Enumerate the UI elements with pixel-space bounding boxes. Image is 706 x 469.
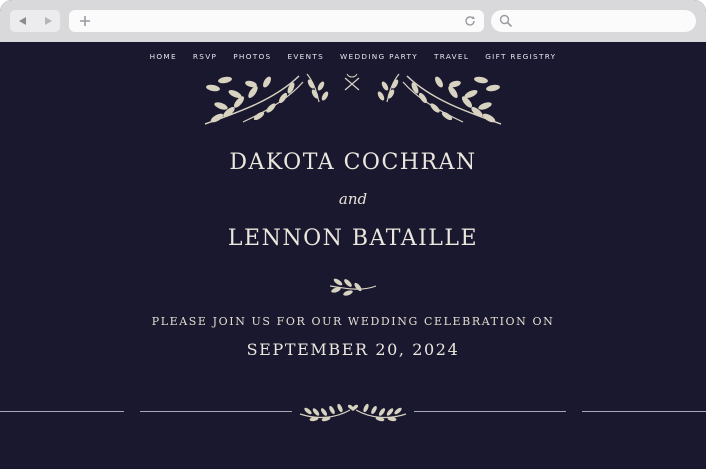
forward-arrow-icon: [44, 17, 52, 25]
wedding-website: HOME RSVP PHOTOS EVENTS WEDDING PARTY TR…: [0, 42, 706, 469]
new-tab-icon[interactable]: [77, 13, 93, 33]
back-button[interactable]: [13, 11, 33, 31]
nav-wedding-party[interactable]: WEDDING PARTY: [332, 52, 426, 61]
nav-gift-registry[interactable]: GIFT REGISTRY: [477, 52, 564, 61]
search-icon: [498, 13, 514, 33]
forward-button[interactable]: [38, 11, 58, 31]
invitation-text: PLEASE JOIN US FOR OUR WEDDING CELEBRATI…: [151, 315, 555, 328]
divider-line: [582, 411, 706, 412]
partner-two-name: LENNON BATAILLE: [227, 226, 479, 251]
divider-line: [140, 411, 292, 412]
search-field[interactable]: [491, 10, 696, 32]
divider-line: [414, 411, 566, 412]
nav-rsvp[interactable]: RSVP: [185, 52, 225, 61]
olive-sprig-icon: [329, 278, 377, 296]
partner-one-name: DAKOTA COCHRAN: [229, 150, 477, 175]
divider-line: [0, 411, 124, 412]
nav-home[interactable]: HOME: [142, 52, 185, 61]
wedding-date: SEPTEMBER 20, 2024: [246, 340, 460, 359]
history-buttons: [10, 10, 60, 32]
nav-photos[interactable]: PHOTOS: [225, 52, 279, 61]
nav-travel[interactable]: TRAVEL: [426, 52, 477, 61]
top-botanical-wreath-icon: [204, 73, 502, 125]
browser-toolbar: [0, 0, 706, 42]
reload-icon[interactable]: [462, 13, 478, 33]
site-navigation: HOME RSVP PHOTOS EVENTS WEDDING PARTY TR…: [0, 52, 706, 61]
laurel-flourish-icon: [299, 403, 407, 422]
address-bar[interactable]: [69, 10, 484, 32]
nav-events[interactable]: EVENTS: [279, 52, 332, 61]
back-arrow-icon: [18, 17, 26, 25]
conjunction-text: and: [338, 190, 368, 208]
browser-window: HOME RSVP PHOTOS EVENTS WEDDING PARTY TR…: [0, 0, 706, 469]
